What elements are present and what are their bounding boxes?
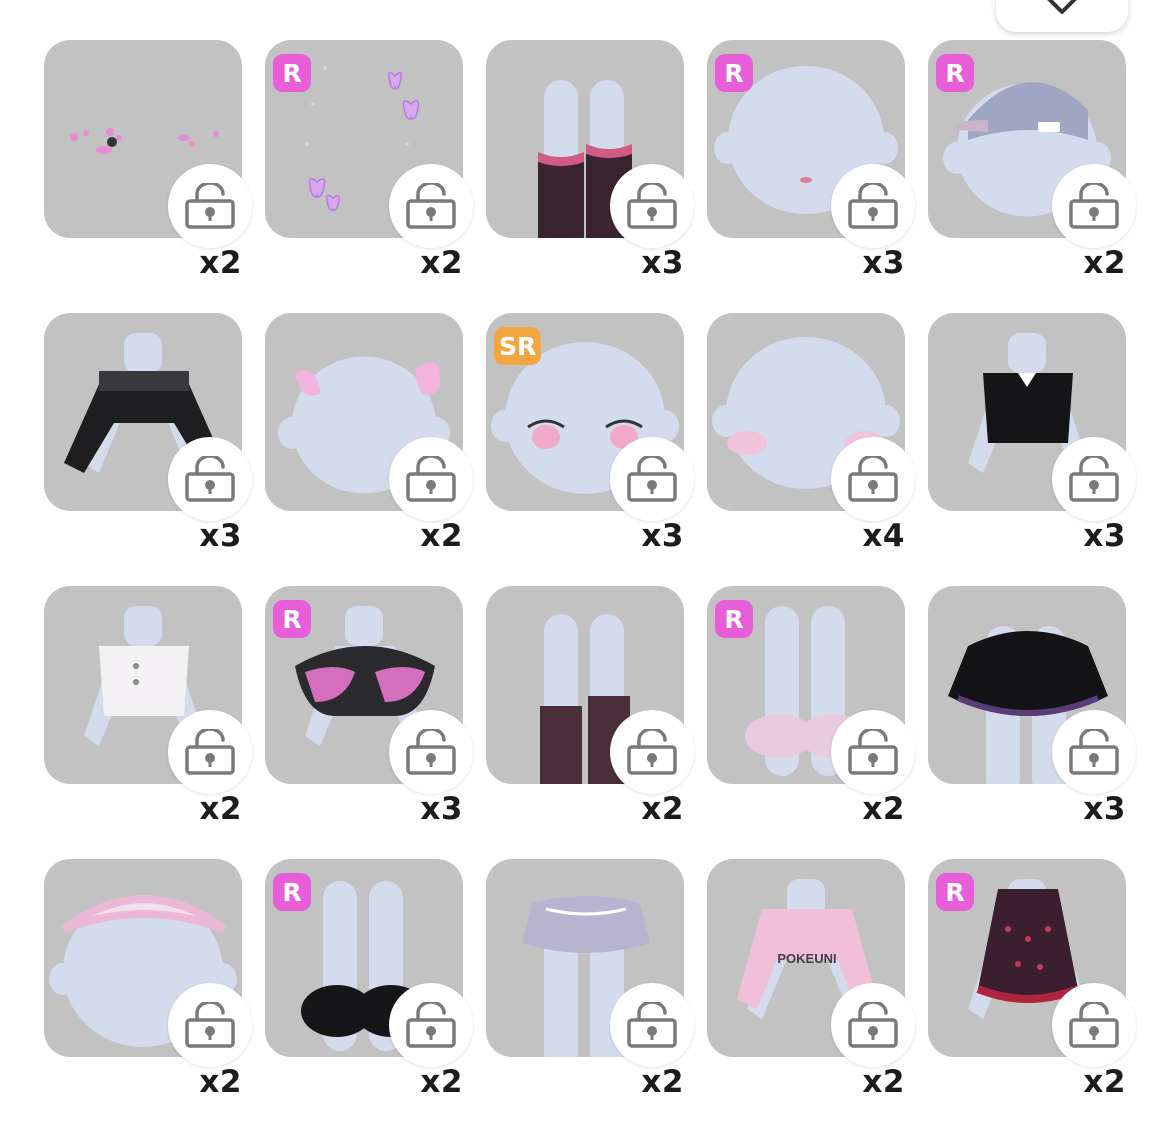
unlock-button[interactable]	[389, 164, 473, 248]
unlock-button[interactable]	[389, 983, 473, 1067]
unlock-button[interactable]	[389, 710, 473, 794]
rarity-badge: SR	[494, 327, 542, 365]
item-count: x2	[1083, 1064, 1126, 1100]
inventory-item[interactable]: R x2	[265, 40, 473, 313]
svg-text:POKEUNI: POKEUNI	[777, 951, 836, 966]
unlock-icon	[627, 456, 677, 502]
rarity-badge: R	[273, 54, 311, 92]
unlock-button[interactable]	[168, 710, 252, 794]
item-count: x3	[1083, 518, 1126, 554]
unlock-icon	[406, 456, 456, 502]
item-count: x3	[420, 791, 463, 827]
unlock-icon	[406, 183, 456, 229]
unlock-icon	[848, 183, 898, 229]
inventory-item[interactable]: R x3	[707, 40, 915, 313]
unlock-icon	[848, 729, 898, 775]
item-count: x2	[420, 245, 463, 281]
inventory-item[interactable]: x3	[44, 313, 252, 586]
item-count: x2	[641, 1064, 684, 1100]
rarity-badge: R	[936, 54, 974, 92]
inventory-item[interactable]: x3	[928, 313, 1136, 586]
unlock-icon	[185, 1002, 235, 1048]
unlock-icon	[627, 183, 677, 229]
item-count: x2	[862, 791, 905, 827]
item-count: x3	[641, 518, 684, 554]
item-count: x2	[199, 1064, 242, 1100]
rarity-badge: R	[936, 873, 974, 911]
unlock-icon	[185, 729, 235, 775]
rarity-badge: R	[273, 600, 311, 638]
unlock-button[interactable]	[1052, 164, 1136, 248]
inventory-item[interactable]: x2	[44, 859, 252, 1132]
inventory-item[interactable]: x2	[486, 859, 694, 1132]
item-count: x2	[1083, 245, 1126, 281]
close-button[interactable]	[996, 0, 1128, 32]
unlock-icon	[848, 1002, 898, 1048]
inventory-item[interactable]: R x2	[707, 586, 915, 859]
unlock-icon	[185, 183, 235, 229]
unlock-icon	[1069, 729, 1119, 775]
inventory-item[interactable]: x2	[44, 40, 252, 313]
unlock-button[interactable]	[1052, 983, 1136, 1067]
inventory-item[interactable]: x2	[44, 586, 252, 859]
unlock-button[interactable]	[610, 164, 694, 248]
inventory-item[interactable]: x3	[486, 40, 694, 313]
unlock-icon	[627, 1002, 677, 1048]
inventory-item[interactable]: SR x3	[486, 313, 694, 586]
unlock-button[interactable]	[168, 437, 252, 521]
unlock-button[interactable]	[610, 983, 694, 1067]
unlock-icon	[185, 456, 235, 502]
unlock-icon	[627, 729, 677, 775]
inventory-item[interactable]: R x3	[265, 586, 473, 859]
unlock-icon	[1069, 456, 1119, 502]
item-count: x2	[862, 1064, 905, 1100]
unlock-button[interactable]	[610, 710, 694, 794]
unlock-button[interactable]	[168, 164, 252, 248]
unlock-button[interactable]	[1052, 437, 1136, 521]
unlock-icon	[406, 1002, 456, 1048]
unlock-button[interactable]	[831, 164, 915, 248]
unlock-button[interactable]	[831, 983, 915, 1067]
inventory-item[interactable]: POKEUNI x2	[707, 859, 915, 1132]
unlock-icon	[848, 456, 898, 502]
inventory-item[interactable]: x3	[928, 586, 1136, 859]
unlock-button[interactable]	[610, 437, 694, 521]
item-count: x4	[862, 518, 905, 554]
item-count: x2	[199, 245, 242, 281]
close-icon	[1047, 0, 1077, 14]
inventory-item[interactable]: x2	[486, 586, 694, 859]
item-count: x2	[641, 791, 684, 827]
item-count: x3	[1083, 791, 1126, 827]
unlock-button[interactable]	[168, 983, 252, 1067]
item-grid: x2 R x2 x3 R x3 R x2 x3 x2 SR x3 x4 x3 x…	[44, 40, 1136, 1132]
item-count: x3	[862, 245, 905, 281]
inventory-item[interactable]: R x2	[928, 859, 1136, 1132]
unlock-icon	[1069, 1002, 1119, 1048]
unlock-button[interactable]	[389, 437, 473, 521]
rarity-badge: R	[715, 600, 753, 638]
unlock-icon	[406, 729, 456, 775]
unlock-button[interactable]	[831, 437, 915, 521]
item-count: x2	[199, 791, 242, 827]
unlock-icon	[1069, 183, 1119, 229]
item-count: x2	[420, 518, 463, 554]
inventory-item[interactable]: x2	[265, 313, 473, 586]
inventory-item[interactable]: R x2	[265, 859, 473, 1132]
item-count: x3	[199, 518, 242, 554]
rarity-badge: R	[715, 54, 753, 92]
inventory-item[interactable]: R x2	[928, 40, 1136, 313]
item-count: x3	[641, 245, 684, 281]
rarity-badge: R	[273, 873, 311, 911]
inventory-item[interactable]: x4	[707, 313, 915, 586]
item-count: x2	[420, 1064, 463, 1100]
unlock-button[interactable]	[831, 710, 915, 794]
unlock-button[interactable]	[1052, 710, 1136, 794]
